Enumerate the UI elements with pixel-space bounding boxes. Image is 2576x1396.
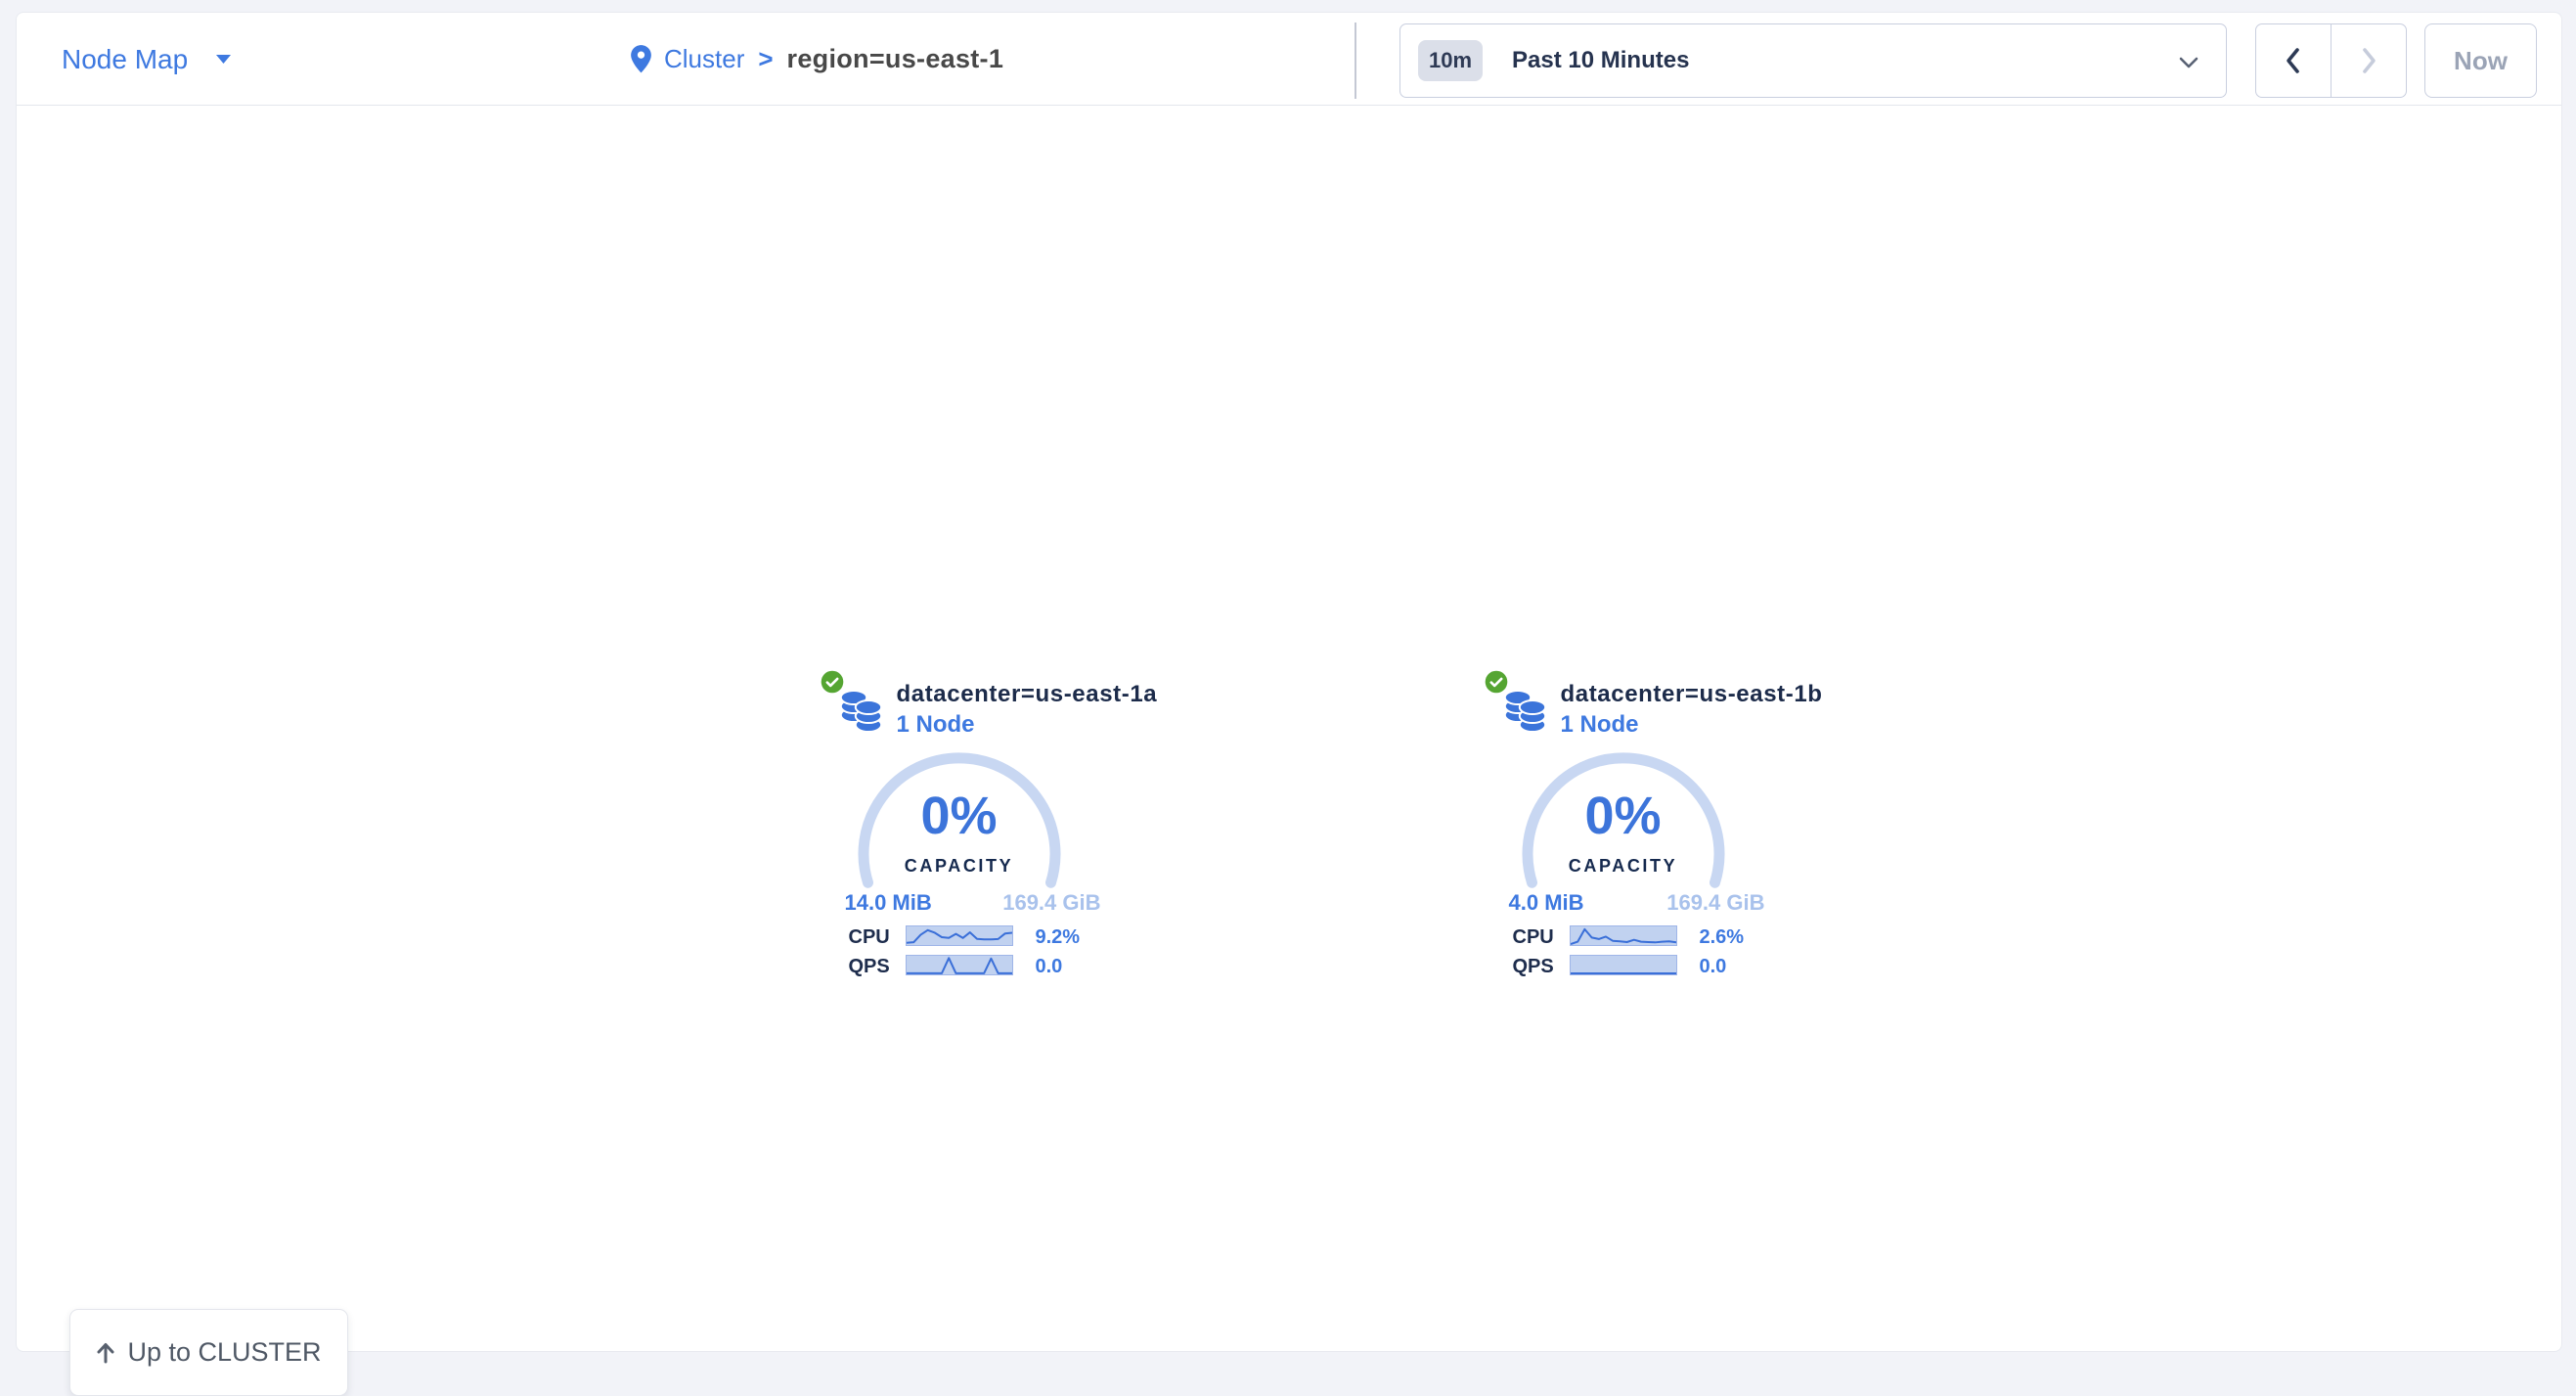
time-forward-button[interactable]	[2331, 24, 2406, 97]
up-to-cluster-button[interactable]: Up to CLUSTER	[69, 1309, 348, 1396]
capacity-used: 14.0 MiB	[845, 890, 932, 916]
cpu-sparkline	[906, 925, 1013, 946]
qps-sparkline	[1570, 955, 1677, 975]
time-step-buttons	[2255, 23, 2407, 98]
node-map-canvas: datacenter=us-east-1a 1 Node 0% CAPACITY…	[17, 107, 2561, 1352]
chevron-right-icon	[2358, 46, 2379, 75]
qps-value: 0.0	[1036, 956, 1063, 978]
chevron-down-icon	[215, 54, 232, 65]
node-count-link[interactable]: 1 Node	[1561, 710, 1823, 740]
header-divider	[1355, 23, 1356, 99]
qps-label: QPS	[1513, 956, 1554, 978]
time-back-button[interactable]	[2256, 24, 2331, 97]
locality-title: datacenter=us-east-1a	[897, 680, 1158, 709]
breadcrumb-cluster-link[interactable]: Cluster	[664, 44, 744, 74]
header: Node Map Cluster > region=us-east-1 10m …	[17, 13, 2561, 106]
database-icon	[839, 688, 884, 735]
time-range-dropdown[interactable]: 10m Past 10 Minutes	[1399, 23, 2227, 98]
capacity-used: 4.0 MiB	[1509, 890, 1584, 916]
locality-card-us-east-1b[interactable]: datacenter=us-east-1b 1 Node 0% CAPACITY…	[1477, 668, 1770, 995]
view-switcher-dropdown[interactable]: Node Map	[62, 13, 232, 106]
capacity-percentage: 0%	[813, 789, 1106, 842]
arrow-up-icon	[96, 1341, 115, 1364]
cpu-value: 9.2%	[1036, 926, 1081, 949]
cpu-sparkline	[1570, 925, 1677, 946]
capacity-label: CAPACITY	[813, 856, 1106, 877]
view-switcher-label: Node Map	[62, 44, 188, 75]
capacity-label: CAPACITY	[1477, 856, 1770, 877]
breadcrumb-current: region=us-east-1	[787, 44, 1004, 74]
chevron-left-icon	[2283, 46, 2304, 75]
capacity-percentage: 0%	[1477, 789, 1770, 842]
up-to-cluster-label: Up to CLUSTER	[127, 1337, 321, 1368]
app-window: Node Map Cluster > region=us-east-1 10m …	[16, 12, 2562, 1352]
database-icon	[1503, 688, 1548, 735]
breadcrumb-separator: >	[758, 44, 773, 74]
breadcrumb: Cluster > region=us-east-1	[630, 13, 1003, 106]
cpu-label: CPU	[849, 926, 890, 949]
time-range-badge: 10m	[1418, 40, 1483, 81]
capacity-total: 169.4 GiB	[1666, 890, 1764, 916]
node-count-link[interactable]: 1 Node	[897, 710, 1158, 740]
qps-value: 0.0	[1700, 956, 1727, 978]
locality-card-us-east-1a[interactable]: datacenter=us-east-1a 1 Node 0% CAPACITY…	[813, 668, 1106, 995]
qps-sparkline	[906, 955, 1013, 975]
qps-label: QPS	[849, 956, 890, 978]
capacity-total: 169.4 GiB	[1002, 890, 1100, 916]
cpu-label: CPU	[1513, 926, 1554, 949]
time-range-label: Past 10 Minutes	[1512, 47, 1689, 74]
locality-title: datacenter=us-east-1b	[1561, 680, 1823, 709]
location-pin-icon	[630, 44, 652, 74]
now-button[interactable]: Now	[2424, 23, 2537, 98]
chevron-down-icon	[2179, 57, 2198, 68]
cpu-value: 2.6%	[1700, 926, 1745, 949]
